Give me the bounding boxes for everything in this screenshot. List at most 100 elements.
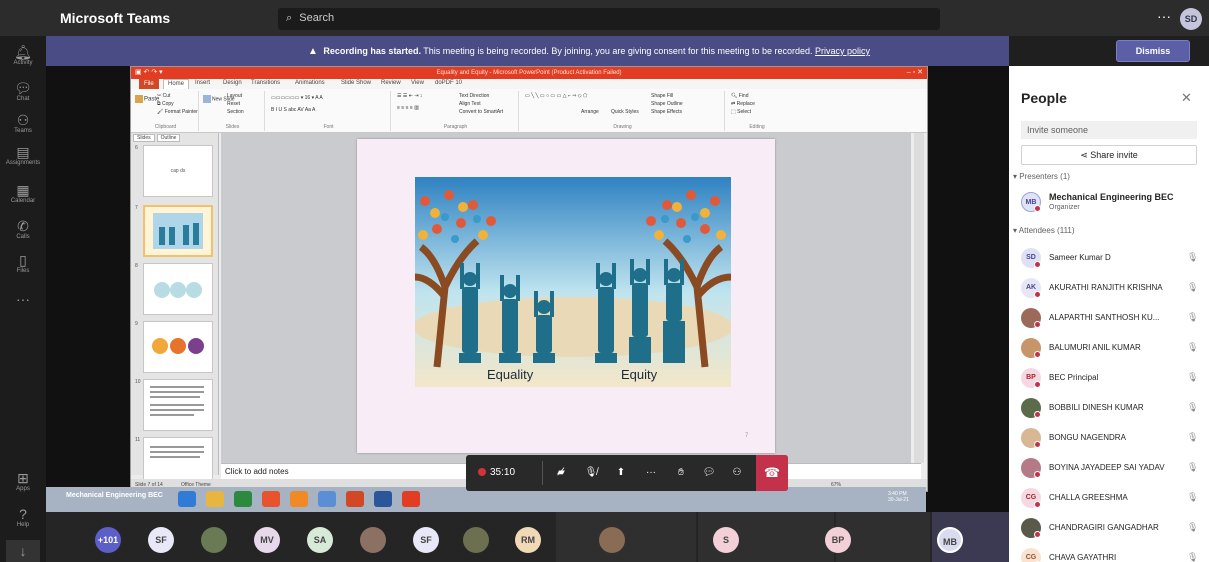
presenters-heading[interactable]: ▾ Presenters (1)	[1013, 172, 1070, 181]
participant-name: BALUMURI ANIL KUMAR	[1049, 343, 1141, 352]
strip-participant-avatar[interactable]: BP	[825, 527, 851, 553]
section-button: Section	[227, 109, 244, 115]
thumb-number: 11	[135, 437, 141, 443]
shapes-gallery: ▭ ╲ ╲ ▭ ○ ▭ ▭ △ ⌐ ⇒ ◇ ⬠	[525, 93, 588, 99]
privacy-policy-link[interactable]: Privacy policy	[815, 46, 870, 56]
meeting-controls: 35:10 ▰̸ 🎙︎̸ ⬆ ··· ✋︎ 💬︎ ⚇ ☎︎	[466, 455, 788, 491]
ribbon-group-editing: 🔍︎ Find ⇄ Replace ⬚ Select Editing	[727, 91, 787, 131]
chat-icon[interactable]: 💬︎	[694, 455, 724, 491]
recording-banner: ▲ Recording has started. This meeting is…	[46, 36, 1009, 66]
rail-files[interactable]: ▯ Files	[0, 252, 46, 274]
clock-date: 30-Jul-21	[888, 497, 909, 503]
attendees-heading[interactable]: ▾ Attendees (111)	[1013, 226, 1075, 235]
share-tray-icon[interactable]: ⬆	[606, 455, 636, 491]
rail-calls[interactable]: ✆ Calls	[0, 218, 46, 240]
camera-off-icon[interactable]: ▰̸	[546, 455, 576, 491]
rail-assignments[interactable]: ▤ Assignments	[0, 144, 46, 166]
more-actions-icon[interactable]: ···	[636, 455, 666, 491]
strip-participant-avatar[interactable]	[201, 527, 227, 553]
rail-label: Chat	[16, 96, 30, 102]
strip-participant-avatar[interactable]: S	[713, 527, 739, 553]
mic-muted-icon: 🎙︎	[1187, 342, 1199, 352]
thumbnail-tabs: Slides Outline	[133, 134, 182, 142]
download-icon[interactable]: ↓	[6, 540, 40, 562]
attendee-row[interactable]: BALUMURI ANIL KUMAR 🎙︎	[1021, 338, 1201, 360]
more-options-icon[interactable]: ···	[1157, 8, 1171, 24]
rail-label: Assignments	[5, 160, 41, 166]
apps-icon: ⊞	[17, 470, 29, 486]
mic-muted-icon: 🎙︎	[1187, 252, 1199, 262]
slide-editing-area: Equality Equity 7	[221, 133, 911, 463]
assignments-icon: ▤	[16, 144, 30, 160]
raise-hand-icon[interactable]: ✋︎	[666, 455, 696, 491]
participant-name: ALAPARTHI SANTHOSH KU...	[1049, 313, 1160, 322]
ppt-tab-file: File	[139, 79, 159, 89]
strip-participant-avatar[interactable]	[360, 527, 386, 553]
ppt-tab-design: Design	[223, 80, 242, 86]
rail-activity[interactable]: 🔔︎ Activity	[0, 44, 46, 66]
teams-icon: ⚇	[16, 112, 30, 128]
warning-icon: ▲	[308, 46, 318, 57]
ppt-tab-transitions: Transitions	[251, 80, 281, 86]
share-invite-button[interactable]: ⋖ Share invite	[1021, 145, 1197, 165]
search-box[interactable]: ⌕ Search	[278, 8, 940, 30]
close-icon[interactable]: ✕	[1181, 90, 1192, 106]
strip-participant-avatar[interactable]	[463, 527, 489, 553]
recording-icon	[478, 468, 486, 477]
rail-chat[interactable]: 💬︎ Chat	[0, 80, 46, 102]
format-painter-button: 🖌︎ Format Painter	[157, 109, 198, 115]
attendee-row[interactable]: SD Sameer Kumar D 🎙︎	[1021, 248, 1201, 270]
ppt-tab-slideshow: Slide Show	[341, 80, 372, 86]
mic-muted-icon: 🎙︎	[1187, 462, 1199, 472]
paste-icon	[135, 95, 143, 103]
slide-thumbnail-10	[143, 379, 213, 431]
status-dot	[1034, 441, 1041, 448]
organizer-row[interactable]: MB Mechanical Engineering BEC Organizer	[1021, 192, 1201, 214]
hang-up-button[interactable]: ☎︎	[756, 455, 788, 491]
attendee-row[interactable]: ALAPARTHI SANTHOSH KU... 🎙︎	[1021, 308, 1201, 330]
smartart-button: Convert to SmartArt	[459, 109, 504, 115]
search-placeholder: Search	[299, 12, 335, 24]
attendee-row[interactable]: BOYINA JAYADEEP SAI YADAV 🎙︎	[1021, 458, 1201, 480]
strip-participant-avatar[interactable]: +101	[95, 527, 121, 553]
strip-participant-avatar[interactable]: SF	[148, 527, 174, 553]
participants-icon[interactable]: ⚇	[722, 455, 752, 491]
ppt-tab-home: Home	[163, 79, 190, 89]
attendee-row[interactable]: CHANDRAGIRI GANGADHAR 🎙︎	[1021, 518, 1201, 540]
attendee-row[interactable]: BP BEC Principal 🎙︎	[1021, 368, 1201, 390]
label-equity: Equity	[621, 367, 658, 382]
slide-thumbnail-6: cap ds	[143, 145, 213, 197]
dismiss-button[interactable]: Dismiss	[1116, 40, 1190, 62]
replace-button: ⇄ Replace	[731, 101, 755, 107]
mic-off-icon[interactable]: 🎙︎̸	[576, 455, 606, 491]
attendee-row[interactable]: AK AKURATHI RANJITH KRISHNA 🎙︎	[1021, 278, 1201, 300]
thumb-art	[150, 386, 204, 416]
attendee-row[interactable]: BONGU NAGENDRA 🎙︎	[1021, 428, 1201, 450]
rail-label: Calls	[16, 234, 30, 240]
ppt-title: Equality and Equity - Microsoft PowerPoi…	[436, 70, 622, 76]
phone-hangup-icon: ☎︎	[763, 465, 781, 480]
strip-participant-avatar[interactable]: MB	[937, 527, 963, 553]
attendee-row[interactable]: CG CHALLA GREESHMA 🎙︎	[1021, 488, 1201, 510]
app-icon	[318, 491, 336, 507]
strip-participant-avatar[interactable]	[599, 527, 625, 553]
rail-teams[interactable]: ⚇ Teams	[0, 112, 46, 134]
app-icon	[234, 491, 252, 507]
strip-participant-avatar[interactable]: SF	[413, 527, 439, 553]
invite-input[interactable]: Invite someone	[1021, 121, 1197, 139]
rail-more-icon[interactable]: ···	[0, 291, 46, 307]
mic-muted-icon: 🎙︎	[1187, 282, 1199, 292]
word-icon	[374, 491, 392, 507]
attendee-row[interactable]: BOBBILI DINESH KUMAR 🎙︎	[1021, 398, 1201, 420]
strip-participant-avatar[interactable]: RM	[515, 527, 541, 553]
rail-calendar[interactable]: ▦ Calendar	[0, 182, 46, 204]
slide-thumbnail-8	[143, 263, 213, 315]
rail-apps[interactable]: ⊞ Apps	[0, 470, 46, 492]
rail-help[interactable]: ? Help	[0, 506, 46, 528]
attendee-row[interactable]: CG CHAVA GAYATHRI 🎙︎	[1021, 548, 1201, 562]
strip-participant-avatar[interactable]: SA	[307, 527, 333, 553]
participant-name: AKURATHI RANJITH KRISHNA	[1049, 283, 1163, 292]
strip-participant-avatar[interactable]: MV	[254, 527, 280, 553]
status-dot	[1034, 381, 1041, 388]
profile-avatar[interactable]: SD	[1180, 8, 1202, 30]
